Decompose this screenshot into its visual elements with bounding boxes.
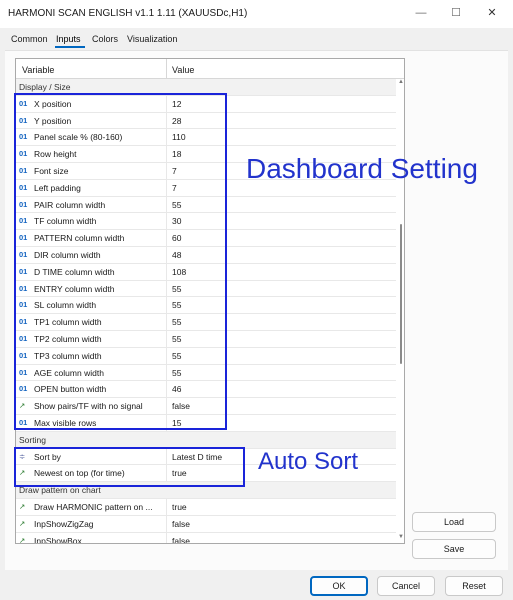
auto-sort-annotation: Auto Sort	[258, 448, 359, 475]
section-label: Display / Size	[19, 82, 71, 92]
title-bar: HARMONI SCAN ENGLISH v1.1 1.11 (XAUUSDc,…	[0, 0, 513, 28]
bool-type-icon: ↗	[19, 535, 26, 544]
tab-inputs[interactable]: Inputs	[56, 34, 81, 44]
section-label: Sorting	[19, 434, 46, 445]
scroll-down-arrow-icon[interactable]: ▼	[398, 534, 404, 540]
dashboard-setting-annotation: Dashboard Setting	[246, 153, 478, 184]
input-row[interactable]: ↗ InpShowBox false	[16, 532, 396, 544]
tab-common[interactable]: Common	[11, 34, 48, 44]
close-icon[interactable]: ✕	[481, 4, 503, 22]
column-header-variable[interactable]: Variable	[22, 65, 54, 75]
scrollbar-thumb[interactable]	[400, 224, 402, 364]
grid-header: Variable Value	[16, 59, 404, 79]
row-column-divider	[166, 498, 167, 515]
column-header-value[interactable]: Value	[172, 65, 194, 75]
auto-sort-highlight	[14, 447, 245, 487]
variable-value[interactable]: false	[172, 536, 190, 543]
active-tab-indicator	[55, 46, 85, 48]
reset-button[interactable]: Reset	[445, 576, 503, 596]
tab-colors[interactable]: Colors	[92, 34, 118, 44]
input-row[interactable]: ↗ Draw HARMONIC pattern on ... true	[16, 498, 396, 516]
variable-name: InpShowBox	[34, 535, 82, 544]
bool-type-icon: ↗	[19, 518, 26, 528]
row-column-divider	[166, 515, 167, 532]
window-title: HARMONI SCAN ENGLISH v1.1 1.11 (XAUUSDc,…	[8, 8, 248, 19]
save-button[interactable]: Save	[412, 539, 496, 559]
vertical-scrollbar[interactable]: ▲ ▼	[397, 79, 404, 543]
section-header: Sorting	[16, 431, 396, 449]
ok-button[interactable]: OK	[310, 576, 368, 596]
dialog-footer	[0, 570, 513, 600]
bool-type-icon: ↗	[19, 501, 26, 511]
load-button[interactable]: Load	[412, 512, 496, 532]
variable-value[interactable]: true	[172, 502, 187, 512]
scroll-up-arrow-icon[interactable]: ▲	[398, 79, 404, 85]
tab-visualization[interactable]: Visualization	[127, 34, 177, 44]
column-divider[interactable]	[166, 59, 167, 79]
variable-value[interactable]: false	[172, 519, 190, 529]
dashboard-setting-highlight	[14, 93, 227, 430]
variable-name: InpShowZigZag	[34, 518, 94, 529]
variable-name: Draw HARMONIC pattern on ...	[34, 501, 153, 512]
cancel-button[interactable]: Cancel	[377, 576, 435, 596]
maximize-icon[interactable]: ☐	[445, 4, 467, 22]
row-column-divider	[166, 532, 167, 543]
minimize-icon[interactable]: —	[410, 4, 432, 22]
input-row[interactable]: ↗ InpShowZigZag false	[16, 515, 396, 533]
